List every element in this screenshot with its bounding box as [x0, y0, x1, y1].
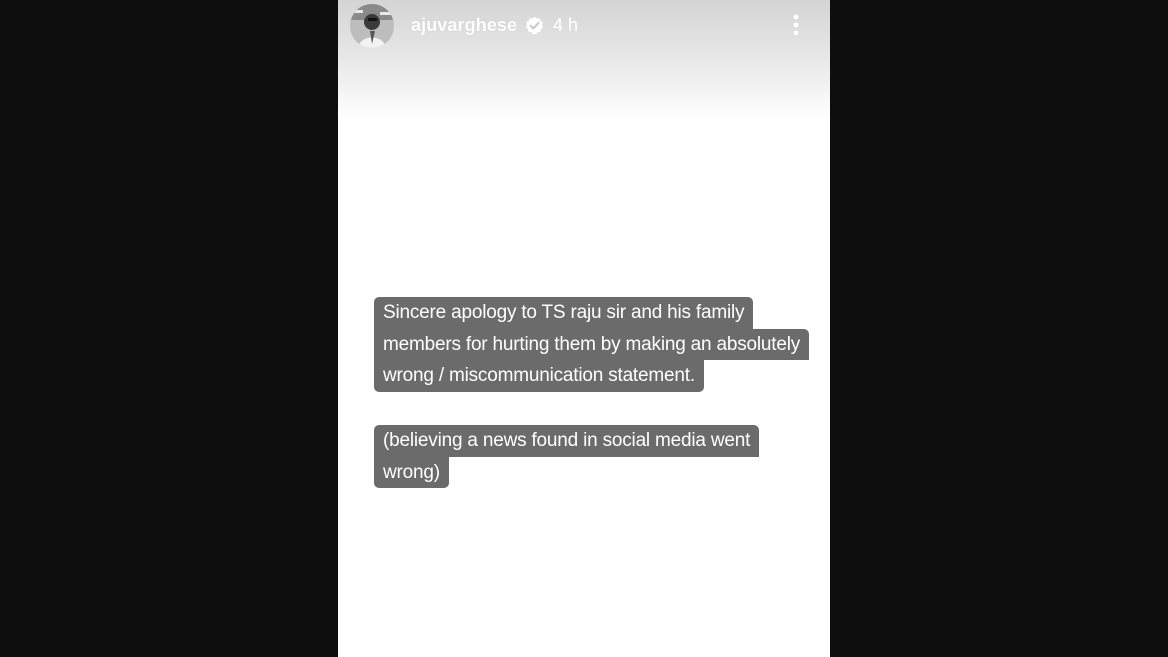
caption-line: wrong) [374, 456, 449, 489]
story-header: ajuvarghese 4 h [338, 0, 830, 52]
caption-line: members for hurting them by making an ab… [374, 328, 810, 361]
story-timestamp: 4 h [553, 15, 579, 35]
more-vertical-icon[interactable] [784, 12, 808, 40]
caption-line: (believing a news found in social media … [374, 425, 760, 457]
avatar[interactable] [350, 4, 394, 48]
story-card[interactable]: ajuvarghese 4 h Sincere apology to TS ra… [338, 0, 830, 657]
profile-photo-icon [350, 4, 394, 48]
story-viewer: ajuvarghese 4 h Sincere apology to TS ra… [0, 0, 1168, 657]
story-caption-apology: Sincere apology to TS raju sir and his f… [374, 297, 814, 392]
story-caption-note: (believing a news found in social media … [374, 425, 814, 489]
username[interactable]: ajuvarghese [411, 15, 517, 36]
caption-line: Sincere apology to TS raju sir and his f… [374, 297, 754, 329]
verified-badge-icon [525, 16, 544, 35]
caption-line: wrong / miscommunication statement. [374, 360, 704, 392]
